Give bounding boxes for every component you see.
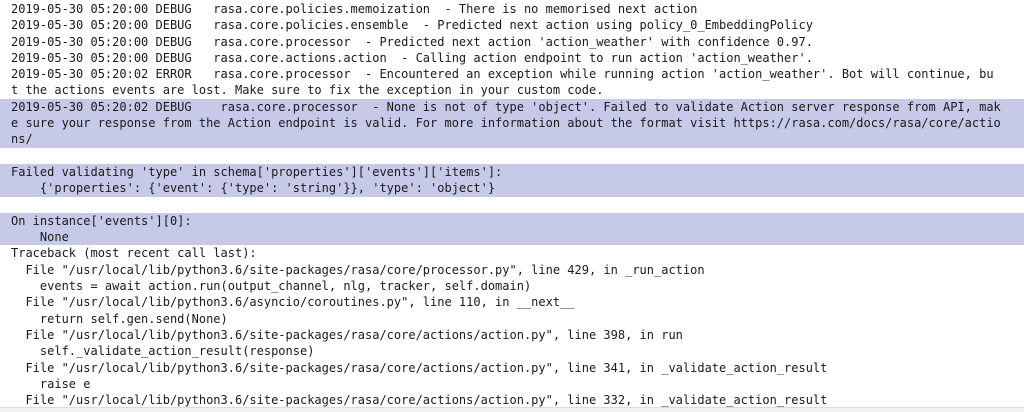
log-line: self._validate_action_result(response) bbox=[11, 344, 315, 359]
log-line: 2019-05-30 05:20:00 DEBUG rasa.core.poli… bbox=[11, 2, 698, 16]
log-line: Traceback (most recent call last): bbox=[11, 246, 257, 261]
log-line-selected: {'properties': {'event': {'type': 'strin… bbox=[0, 180, 1024, 197]
log-line: return self.gen.send(None) bbox=[11, 311, 228, 326]
log-line: 2019-05-30 05:20:00 DEBUG rasa.core.acti… bbox=[11, 50, 813, 65]
log-line: t the actions events are lost. Make sure… bbox=[11, 83, 604, 98]
log-line-selected: ns/ bbox=[0, 131, 1024, 148]
log-line-selected: Failed validating 'type' in schema['prop… bbox=[0, 163, 1024, 181]
log-line-selected: None bbox=[0, 229, 1024, 246]
log-line: raise e bbox=[11, 376, 91, 391]
log-line: File "/usr/local/lib/python3.6/asyncio/c… bbox=[11, 295, 575, 310]
log-line: 2019-05-30 05:20:00 DEBUG rasa.core.proc… bbox=[11, 34, 813, 49]
log-line: 2019-05-30 05:20:00 DEBUG rasa.core.poli… bbox=[11, 18, 813, 33]
log-line: File "/usr/local/lib/python3.6/site-pack… bbox=[11, 393, 828, 408]
log-line-selected: 2019-05-30 05:20:02 DEBUG rasa.core.proc… bbox=[0, 98, 1024, 116]
log-line: File "/usr/local/lib/python3.6/site-pack… bbox=[11, 262, 705, 277]
log-line-selected: On instance['events'][0]: bbox=[0, 212, 1024, 230]
log-line: File "/usr/local/lib/python3.6/site-pack… bbox=[11, 360, 828, 375]
log-line: File "/usr/local/lib/python3.6/site-pack… bbox=[11, 327, 683, 342]
log-line-selected: e sure your response from the Action end… bbox=[0, 115, 1024, 132]
terminal-log-output: 2019-05-30 05:20:00 DEBUG rasa.core.poli… bbox=[0, 1, 1024, 408]
log-line: 2019-05-30 05:20:02 ERROR rasa.core.proc… bbox=[11, 67, 994, 82]
log-line: events = await action.run(output_channel… bbox=[11, 279, 532, 294]
horizontal-scrollbar-track[interactable] bbox=[0, 407, 1024, 412]
